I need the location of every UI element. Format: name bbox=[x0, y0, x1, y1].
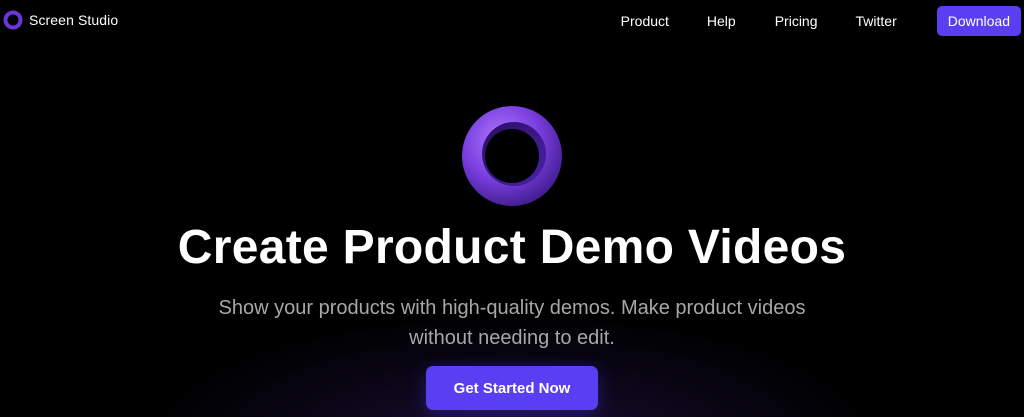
hero-subtitle: Show your products with high-quality dem… bbox=[218, 297, 806, 349]
nav-links: Product Help Pricing Twitter Download bbox=[621, 6, 1021, 36]
get-started-button[interactable]: Get Started Now bbox=[426, 366, 598, 410]
ring-logo-icon bbox=[462, 106, 562, 206]
nav-link-product[interactable]: Product bbox=[621, 6, 669, 36]
download-button[interactable]: Download bbox=[936, 6, 1021, 36]
nav-link-pricing[interactable]: Pricing bbox=[775, 6, 818, 36]
ring-logo-icon bbox=[3, 10, 23, 30]
brand-name: Screen Studio bbox=[29, 12, 119, 28]
nav-link-twitter[interactable]: Twitter bbox=[856, 6, 897, 36]
top-navigation: Screen Studio Product Help Pricing Twitt… bbox=[0, 0, 1024, 42]
hero-headline: Create Product Demo Videos bbox=[177, 221, 847, 274]
brand-home-link[interactable]: Screen Studio bbox=[3, 10, 118, 30]
landing-page: Screen Studio Product Help Pricing Twitt… bbox=[0, 0, 1024, 417]
nav-link-help[interactable]: Help bbox=[707, 6, 736, 36]
